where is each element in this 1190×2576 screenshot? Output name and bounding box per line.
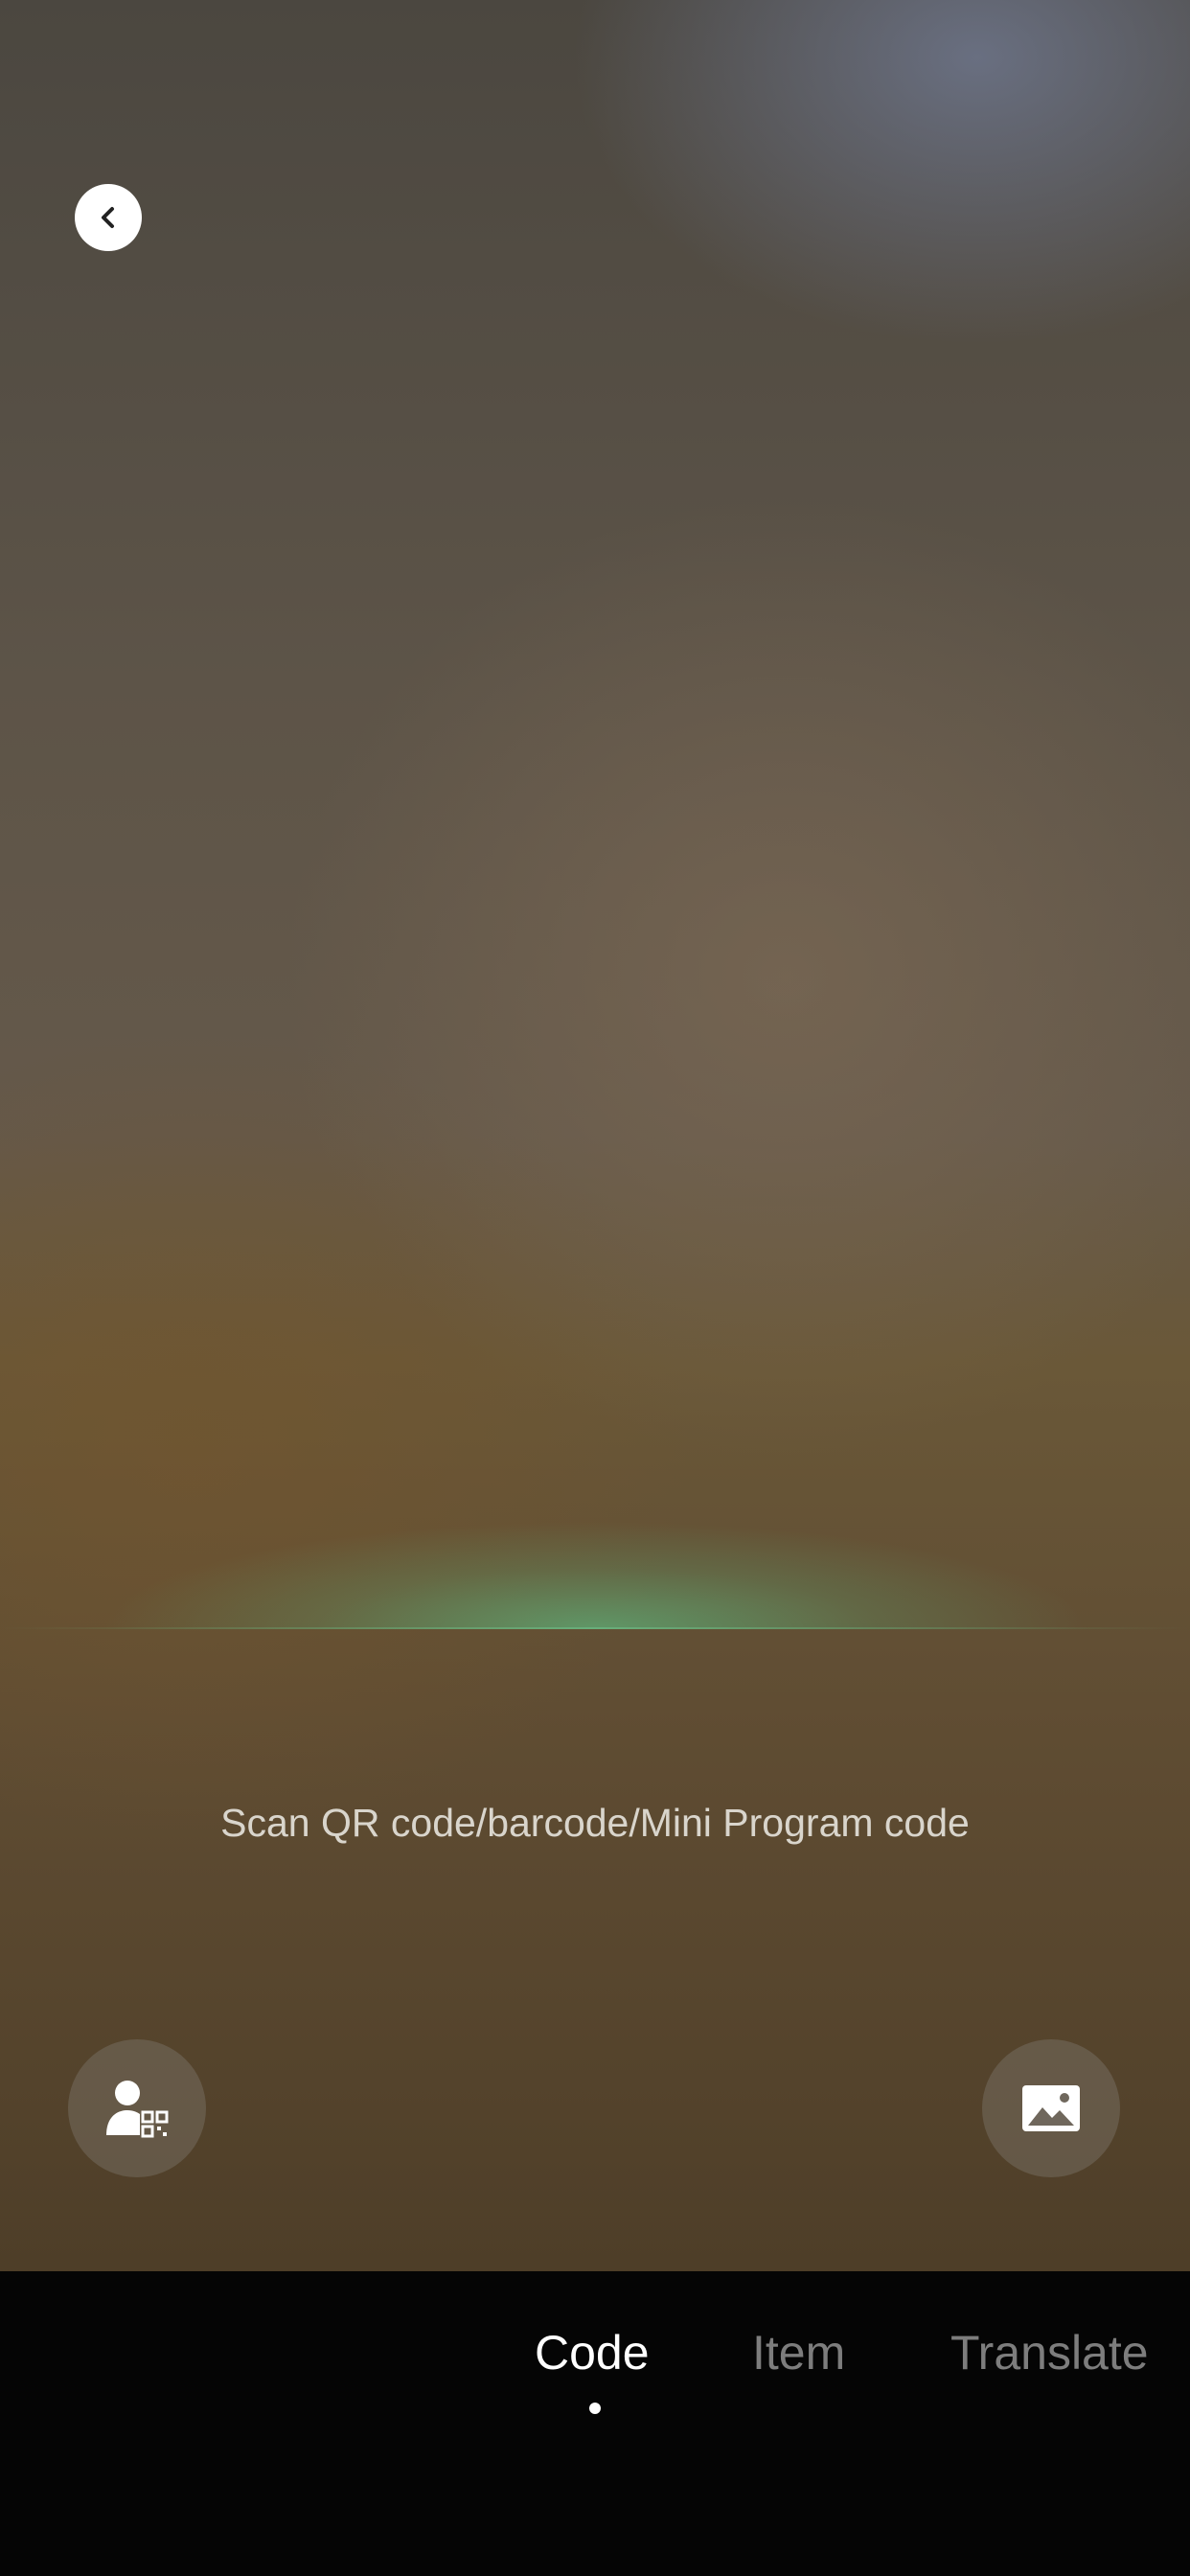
scan-screen: Scan QR code/barcode/Mini Program code C… [0,0,1190,2576]
image-icon [1022,2085,1080,2131]
scan-hint-text: Scan QR code/barcode/Mini Program code [220,1801,970,1845]
scan-line [0,1627,1190,1629]
my-qr-code-button[interactable] [68,2039,206,2177]
selected-tab-indicator [589,2403,601,2414]
person-qr-code-icon [106,2081,169,2138]
tab-code[interactable]: Code [535,2319,650,2386]
tab-translate[interactable]: Translate [950,2319,1149,2386]
mode-tab-bar [0,2271,1190,2576]
album-button[interactable] [982,2039,1120,2177]
scan-line-glow [0,1495,1190,1629]
camera-viewfinder: Scan QR code/barcode/Mini Program code [0,0,1190,2271]
back-button[interactable] [75,184,142,251]
tab-item[interactable]: Item [752,2319,845,2386]
chevron-left-icon [102,207,114,228]
